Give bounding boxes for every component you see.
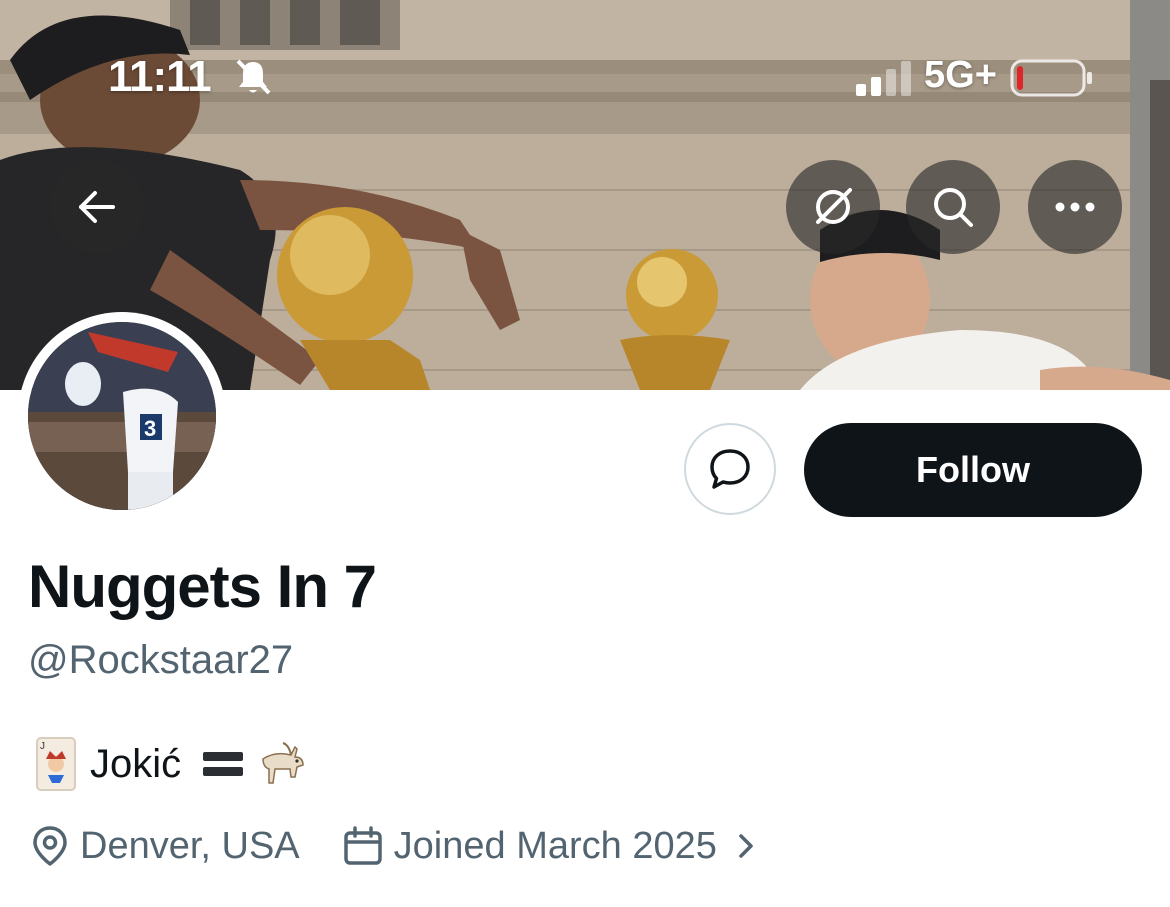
joined-date[interactable]: Joined March 2025 — [342, 825, 771, 868]
joker-card-icon: J — [36, 737, 76, 791]
more-button[interactable] — [1028, 160, 1122, 254]
search-icon — [934, 188, 973, 227]
message-button[interactable] — [684, 423, 776, 515]
grok-button[interactable] — [786, 160, 880, 254]
bio-text: Jokić — [90, 741, 182, 786]
bell-slash-icon — [236, 59, 271, 95]
location: Denver, USA — [30, 824, 300, 868]
joined-text: Joined March 2025 — [393, 824, 717, 867]
location-pin-icon — [33, 826, 67, 866]
cellular-signal-icon — [856, 61, 911, 96]
svg-text:J: J — [40, 741, 45, 752]
equals-icon — [203, 752, 244, 776]
location-text: Denver, USA — [80, 824, 300, 867]
avatar-photo: 3 — [28, 322, 216, 510]
battery-level — [1017, 66, 1023, 90]
handle: @Rockstaar27 — [28, 638, 294, 682]
bio: J Jokić — [36, 736, 309, 792]
search-button[interactable] — [906, 160, 1000, 254]
svg-text:3: 3 — [144, 416, 156, 441]
grok-icon — [816, 188, 852, 224]
avatar[interactable]: 3 — [28, 322, 216, 510]
calendar-icon — [343, 826, 382, 865]
more-horizontal-icon — [1055, 202, 1095, 212]
arrow-left-icon — [79, 191, 115, 223]
display-name: Nuggets In 7 — [28, 553, 377, 620]
chevron-right-icon — [739, 834, 753, 858]
follow-button[interactable]: Follow — [804, 423, 1142, 517]
message-bubble-icon — [710, 449, 750, 489]
network-label: 5G+ — [924, 54, 997, 96]
profile-meta: Denver, USA Joined March 2025 — [30, 820, 771, 872]
back-button[interactable] — [50, 160, 144, 254]
status-time: 11:11 — [108, 52, 212, 101]
goat-icon — [262, 742, 304, 784]
battery-icon — [1010, 59, 1092, 97]
